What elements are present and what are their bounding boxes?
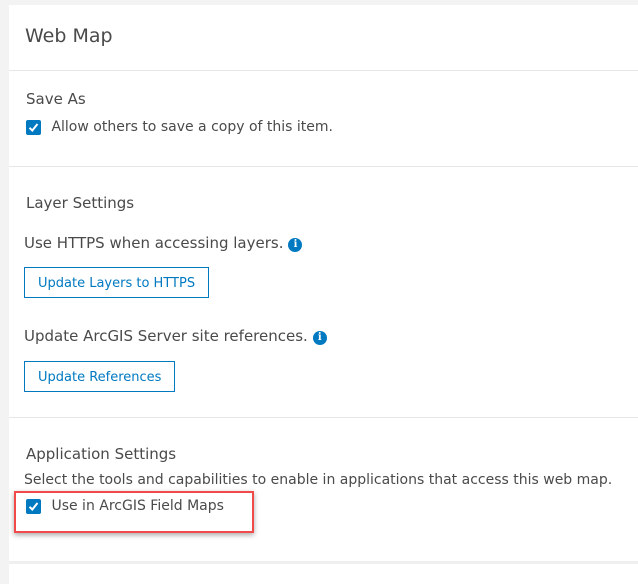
checkbox-checked-icon[interactable] xyxy=(26,119,41,135)
checkbox-checked-icon[interactable] xyxy=(26,498,41,514)
web-map-settings-panel: Web Map Save As Allow others to save a c… xyxy=(9,5,638,584)
layer-settings-heading: Layer Settings xyxy=(26,194,135,212)
info-icon[interactable]: i xyxy=(312,330,327,345)
update-references-button[interactable]: Update References xyxy=(24,361,176,392)
use-in-field-maps-label: Use in ArcGIS Field Maps xyxy=(51,498,224,514)
allow-save-copy-checkbox[interactable]: Allow others to save a copy of this item… xyxy=(26,119,333,135)
use-in-field-maps-checkbox[interactable]: Use in ArcGIS Field Maps xyxy=(26,498,224,514)
page-title: Web Map xyxy=(25,25,113,47)
allow-save-copy-label: Allow others to save a copy of this item… xyxy=(51,119,333,135)
application-settings-description: Select the tools and capabilities to ena… xyxy=(24,472,613,488)
https-text-row: Use HTTPS when accessing layers. i xyxy=(24,234,303,252)
divider xyxy=(9,417,638,418)
update-layers-https-button[interactable]: Update Layers to HTTPS xyxy=(24,267,210,298)
info-icon[interactable]: i xyxy=(288,237,303,252)
server-text-row: Update ArcGIS Server site references. i xyxy=(24,327,327,345)
save-as-heading: Save As xyxy=(26,90,86,108)
divider xyxy=(9,561,638,564)
server-references-text: Update ArcGIS Server site references. xyxy=(24,327,308,345)
divider xyxy=(9,70,638,71)
https-text: Use HTTPS when accessing layers. xyxy=(24,234,284,252)
application-settings-heading: Application Settings xyxy=(26,445,177,463)
divider xyxy=(9,166,638,167)
